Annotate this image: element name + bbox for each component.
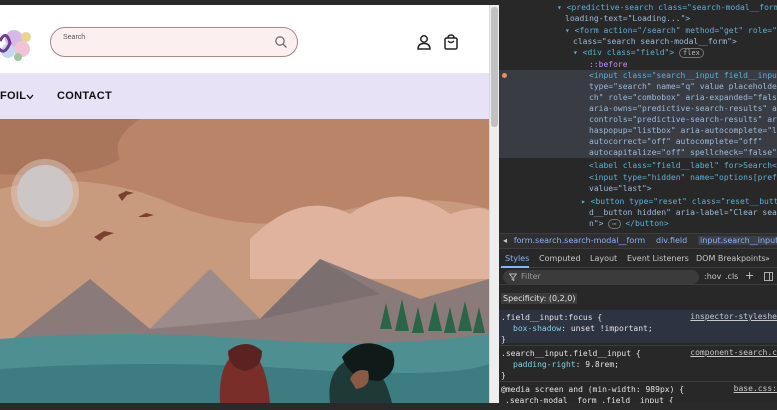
window-bottom-strip (0, 403, 777, 410)
store-page: Search FOIL CONTACT (0, 5, 489, 403)
dom-node[interactable]: ::before (589, 59, 628, 70)
tab-dom-breakpoints[interactable]: DOM Breakpoints (696, 254, 766, 263)
dom-node[interactable]: haspopup="listbox" aria-autocomplete="li… (589, 125, 777, 136)
active-tab-indicator (501, 266, 529, 268)
hero-illustration (0, 119, 489, 403)
rule-declaration[interactable]: box-shadow: unset !important; (513, 323, 653, 334)
dom-node[interactable]: class="search search-modal__form"> (573, 36, 737, 47)
search-placeholder: Search (63, 34, 86, 41)
dom-node[interactable]: ▾ <form action="/search" method="get" ro… (565, 25, 777, 36)
tab-event-listeners[interactable]: Event Listeners (627, 254, 689, 263)
rule-selector[interactable]: .field__input:focus { (501, 312, 602, 323)
dom-node[interactable]: ▾ <predictive-search class="search-modal… (557, 2, 777, 13)
styles-filter-bar: Filter :hov .cls + (499, 269, 777, 285)
media-query[interactable]: @media screen and (min-width: 989px) { (501, 384, 684, 395)
main-navigation: FOIL CONTACT (0, 73, 489, 119)
computed-sidebar-icon[interactable] (764, 272, 773, 281)
nav-item-foil[interactable]: FOIL (0, 90, 26, 102)
styles-tabbar: Styles Computed Layout Event Listeners D… (499, 250, 777, 268)
rule-close: } (501, 335, 506, 344)
rule-declaration[interactable]: padding-right: 9.8rem; (513, 359, 619, 370)
rule-divider (499, 381, 777, 382)
devtools-panel: ▾ <predictive-search class="search-modal… (499, 0, 777, 410)
new-rule-button[interactable]: + (745, 269, 754, 282)
cart-icon[interactable] (443, 34, 459, 50)
nav-item-contact[interactable]: CONTACT (57, 90, 112, 102)
breadcrumb: ◂ form.search.search-modal__form div.fie… (499, 233, 777, 249)
page-scrollbar[interactable] (489, 5, 499, 403)
rule-divider (499, 345, 777, 346)
hover-state-toggle[interactable]: :hov (704, 272, 721, 281)
class-toggle[interactable]: .cls (725, 272, 738, 281)
tab-layout[interactable]: Layout (590, 254, 617, 263)
landscape-illustration (0, 119, 489, 403)
rule-source-link[interactable]: base.css: (734, 384, 777, 393)
rule-source-link[interactable]: component-search.c (690, 348, 777, 357)
account-icon[interactable] (416, 34, 432, 50)
dom-node[interactable]: controls="predictive-search-results" ari… (589, 114, 777, 125)
dom-node[interactable]: autocapitalize="off" spellcheck="false">… (589, 147, 777, 158)
dom-node[interactable]: type="search" name="q" value placeholder… (589, 81, 777, 92)
more-tabs-icon[interactable]: » (765, 254, 770, 263)
specificity-tooltip: Specificity: (0,2,0) (499, 290, 777, 308)
dom-node[interactable]: d__button hidden" aria-label="Clear sear… (589, 207, 777, 218)
search-input[interactable]: Search (50, 27, 298, 57)
rule-source-link[interactable]: inspector-styleshe (690, 312, 777, 321)
tab-computed[interactable]: Computed (539, 254, 581, 263)
dom-node[interactable]: <input class="search__input field__input… (589, 70, 777, 81)
dom-node[interactable]: <label class="field__label" for>Search</… (589, 160, 777, 171)
dom-node[interactable]: ▾ <div class="field"> flex (573, 47, 704, 58)
dom-node[interactable]: loading-text="Loading..."> (565, 13, 690, 24)
breadcrumb-item[interactable]: div.field (656, 236, 687, 245)
specificity-label: Specificity: (0,2,0) (501, 293, 578, 304)
breadcrumb-scroll-left-icon[interactable]: ◂ (503, 236, 507, 245)
breadcrumb-item[interactable]: form.search.search-modal__form (514, 236, 645, 245)
store-header: Search (0, 5, 489, 73)
dom-node[interactable]: value="last"> (589, 183, 652, 194)
dom-node[interactable]: ▸ <button type="reset" class="reset__but… (581, 196, 777, 207)
styles-filter-placeholder: Filter (521, 272, 541, 281)
elements-tree: ▾ <predictive-search class="search-modal… (499, 0, 777, 230)
flex-badge[interactable]: flex (678, 48, 704, 58)
tab-styles[interactable]: Styles (505, 254, 529, 263)
search-icon[interactable] (274, 35, 288, 49)
breakpoint-dot-icon (502, 73, 507, 78)
logo-icon[interactable] (0, 17, 38, 69)
style-rules: .field__input:focus { inspector-styleshe… (499, 310, 777, 410)
chevron-down-icon[interactable] (26, 94, 34, 100)
rule-close: } (501, 371, 506, 380)
collapsed-children-badge[interactable]: ⋯ (608, 219, 621, 229)
dom-node[interactable]: ch" role="combobox" aria-expanded="false… (589, 92, 777, 103)
filter-icon (509, 273, 517, 281)
page-scrollbar-thumb[interactable] (491, 7, 498, 127)
rule-selector[interactable]: .search__input.field__input { (501, 348, 641, 359)
dom-node[interactable]: autocorrect="off" autocomplete="off" (589, 136, 762, 147)
dom-node[interactable]: aria-owns="predictive-search-results" ar… (589, 103, 777, 114)
breadcrumb-item-current[interactable]: input.search__input.field__in (698, 236, 777, 245)
dom-node[interactable]: <input type="hidden" name="options[prefi… (589, 172, 777, 183)
dom-node[interactable]: n"> ⋯ </button> (589, 218, 669, 229)
